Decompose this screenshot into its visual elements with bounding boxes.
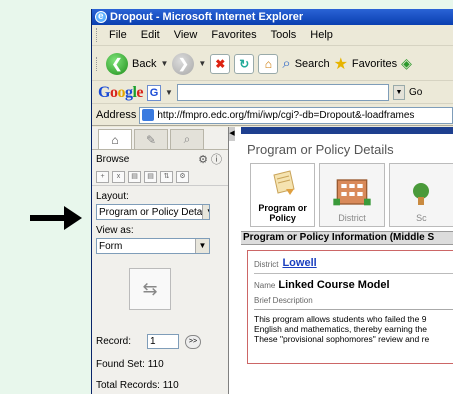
edit-tab-icon[interactable]: ✎ [134,129,168,149]
search-button-label[interactable]: Search [295,58,330,70]
description-text: This program allows students who failed … [254,309,453,344]
page-icon [142,109,155,121]
description-line: This program allows students who failed … [254,314,427,324]
district-label: District [254,260,279,269]
record-row: Record: 1 >> [92,334,228,349]
record-go-button[interactable]: >> [185,334,202,349]
name-value: Linked Course Model [278,279,390,291]
program-note-icon [273,170,295,195]
google-logo: Google [98,83,144,101]
district-card-label: District [338,213,366,223]
google-dropdown-icon[interactable]: ▼ [165,88,173,97]
google-go-button[interactable]: Go [409,87,422,98]
home-tab-icon[interactable]: ⌂ [98,129,132,149]
ie-icon [95,9,107,25]
district-card[interactable]: District [319,163,385,227]
forward-dropdown-icon[interactable]: ▼ [198,59,206,68]
main-panel: Program or Policy Details Program or Pol… [235,127,453,394]
menu-bar: File Edit View Favorites Tools Help [92,25,453,46]
media-icon[interactable]: ◈ [401,55,412,72]
menu-help[interactable]: Help [303,29,340,41]
address-label: Address [96,109,137,121]
name-label: Name [254,281,276,290]
new-record-icon[interactable]: + [96,170,109,183]
header-band [241,127,453,134]
browse-tools-icon[interactable]: ⚙ ⓘ [198,151,222,167]
info-panel: District Lowell Name Linked Course Model… [247,250,453,364]
back-dropdown-icon[interactable]: ▼ [160,59,168,68]
name-row: Name Linked Course Model [254,279,453,291]
page-content: ⌂ ✎ ⌕ Browse ⚙ ⓘ + x ▤ ▤ ⇅ ⚙ Layout: Pro… [92,127,453,394]
view-as-select[interactable]: Form ▼ [96,238,210,254]
browse-label: Browse [96,153,130,165]
district-row: District Lowell [254,257,453,269]
menu-view[interactable]: View [167,29,205,41]
title-bar: Dropout - Microsoft Internet Explorer [92,9,453,25]
description-line: These "provisional sophomores" review an… [254,334,430,344]
menu-favorites[interactable]: Favorites [204,29,263,41]
search-icon[interactable]: ⌕ [282,55,290,72]
back-button-label[interactable]: Back [132,58,156,70]
favorites-button-label[interactable]: Favorites [352,58,397,70]
standard-toolbar: ❮ Back ▼ ❯ ▼ ✖ ↻ ⌂ ⌕ Search ★ Favorites … [92,47,453,81]
divider [254,273,453,274]
pointer-arrow-icon [30,206,82,230]
nav-cards: Program or Policy District Sc [235,163,453,227]
address-input[interactable]: http://fmpro.edc.org/fmi/iwp/cgi?-db=Dro… [139,106,453,124]
find-record-icon[interactable]: ▤ [128,170,141,183]
delete-record-icon[interactable]: x [112,170,125,183]
view-as-label: View as: [96,225,134,236]
district-building-icon [333,179,371,206]
section-header: Program or Policy Information (Middle S [241,231,453,245]
found-set-text: Found Set: 110 [96,359,164,370]
school-card[interactable]: Sc [388,163,453,227]
google-search-dropdown-icon[interactable]: ▼ [392,85,405,100]
google-go-label: Go [408,87,423,98]
layout-label: Layout: [96,191,129,202]
sidebar-tabs: ⌂ ✎ ⌕ [92,127,228,150]
toolbar-grip[interactable] [96,28,99,42]
chevron-down-icon[interactable]: ▼ [202,205,209,219]
record-book-icon[interactable]: ⇆ [129,268,171,310]
layout-select[interactable]: Program or Policy Deta ▼ [96,204,210,220]
menu-edit[interactable]: Edit [134,29,167,41]
school-icon [413,183,430,205]
brief-description-label: Brief Description [254,296,313,305]
stop-icon[interactable]: ✖ [210,53,231,74]
address-bar: Address http://fmpro.edc.org/fmi/iwp/cgi… [92,105,453,126]
district-link[interactable]: Lowell [282,257,316,269]
google-search-input[interactable] [176,84,389,101]
home-icon[interactable]: ⌂ [258,53,279,74]
toolbar-grip[interactable] [96,56,99,71]
chevron-down-icon[interactable]: ▼ [195,239,209,253]
address-url: http://fmpro.edc.org/fmi/iwp/cgi?-db=Dro… [157,109,415,121]
browse-row: Browse ⚙ ⓘ [92,150,228,168]
layout-select-value: Program or Policy Deta [99,206,203,218]
favorites-star-icon[interactable]: ★ [334,54,348,74]
find-tab-icon[interactable]: ⌕ [170,129,204,149]
back-arrow-icon[interactable]: ❮ [106,52,128,75]
program-card-label: Program or Policy [258,203,307,223]
description-line: English and mathematics, thereby earning… [254,324,427,334]
refresh-icon[interactable]: ↻ [234,53,255,74]
record-tools-row: + x ▤ ▤ ⇅ ⚙ [92,168,228,186]
google-toolbar: Google G ▼ ▼ Go [92,82,453,104]
record-input[interactable]: 1 [147,334,180,349]
program-card[interactable]: Program or Policy [250,163,316,227]
sort-icon[interactable]: ⇅ [160,170,173,183]
page-title: Program or Policy Details [247,142,394,157]
show-all-icon[interactable]: ▤ [144,170,157,183]
school-card-label: Sc [416,213,427,223]
window-title: Dropout - Microsoft Internet Explorer [110,11,304,23]
settings-icon[interactable]: ⚙ [176,170,189,183]
menu-file[interactable]: File [102,29,134,41]
forward-arrow-icon[interactable]: ❯ [172,52,195,75]
google-g-button[interactable]: G [147,84,162,101]
browser-window: Dropout - Microsoft Internet Explorer Fi… [91,9,453,394]
status-sidebar: ⌂ ✎ ⌕ Browse ⚙ ⓘ + x ▤ ▤ ⇅ ⚙ Layout: Pro… [92,127,229,394]
record-label: Record: [96,336,132,347]
total-records-text: Total Records: 110 [96,380,179,391]
menu-tools[interactable]: Tools [264,29,304,41]
view-as-select-value: Form [99,240,123,252]
